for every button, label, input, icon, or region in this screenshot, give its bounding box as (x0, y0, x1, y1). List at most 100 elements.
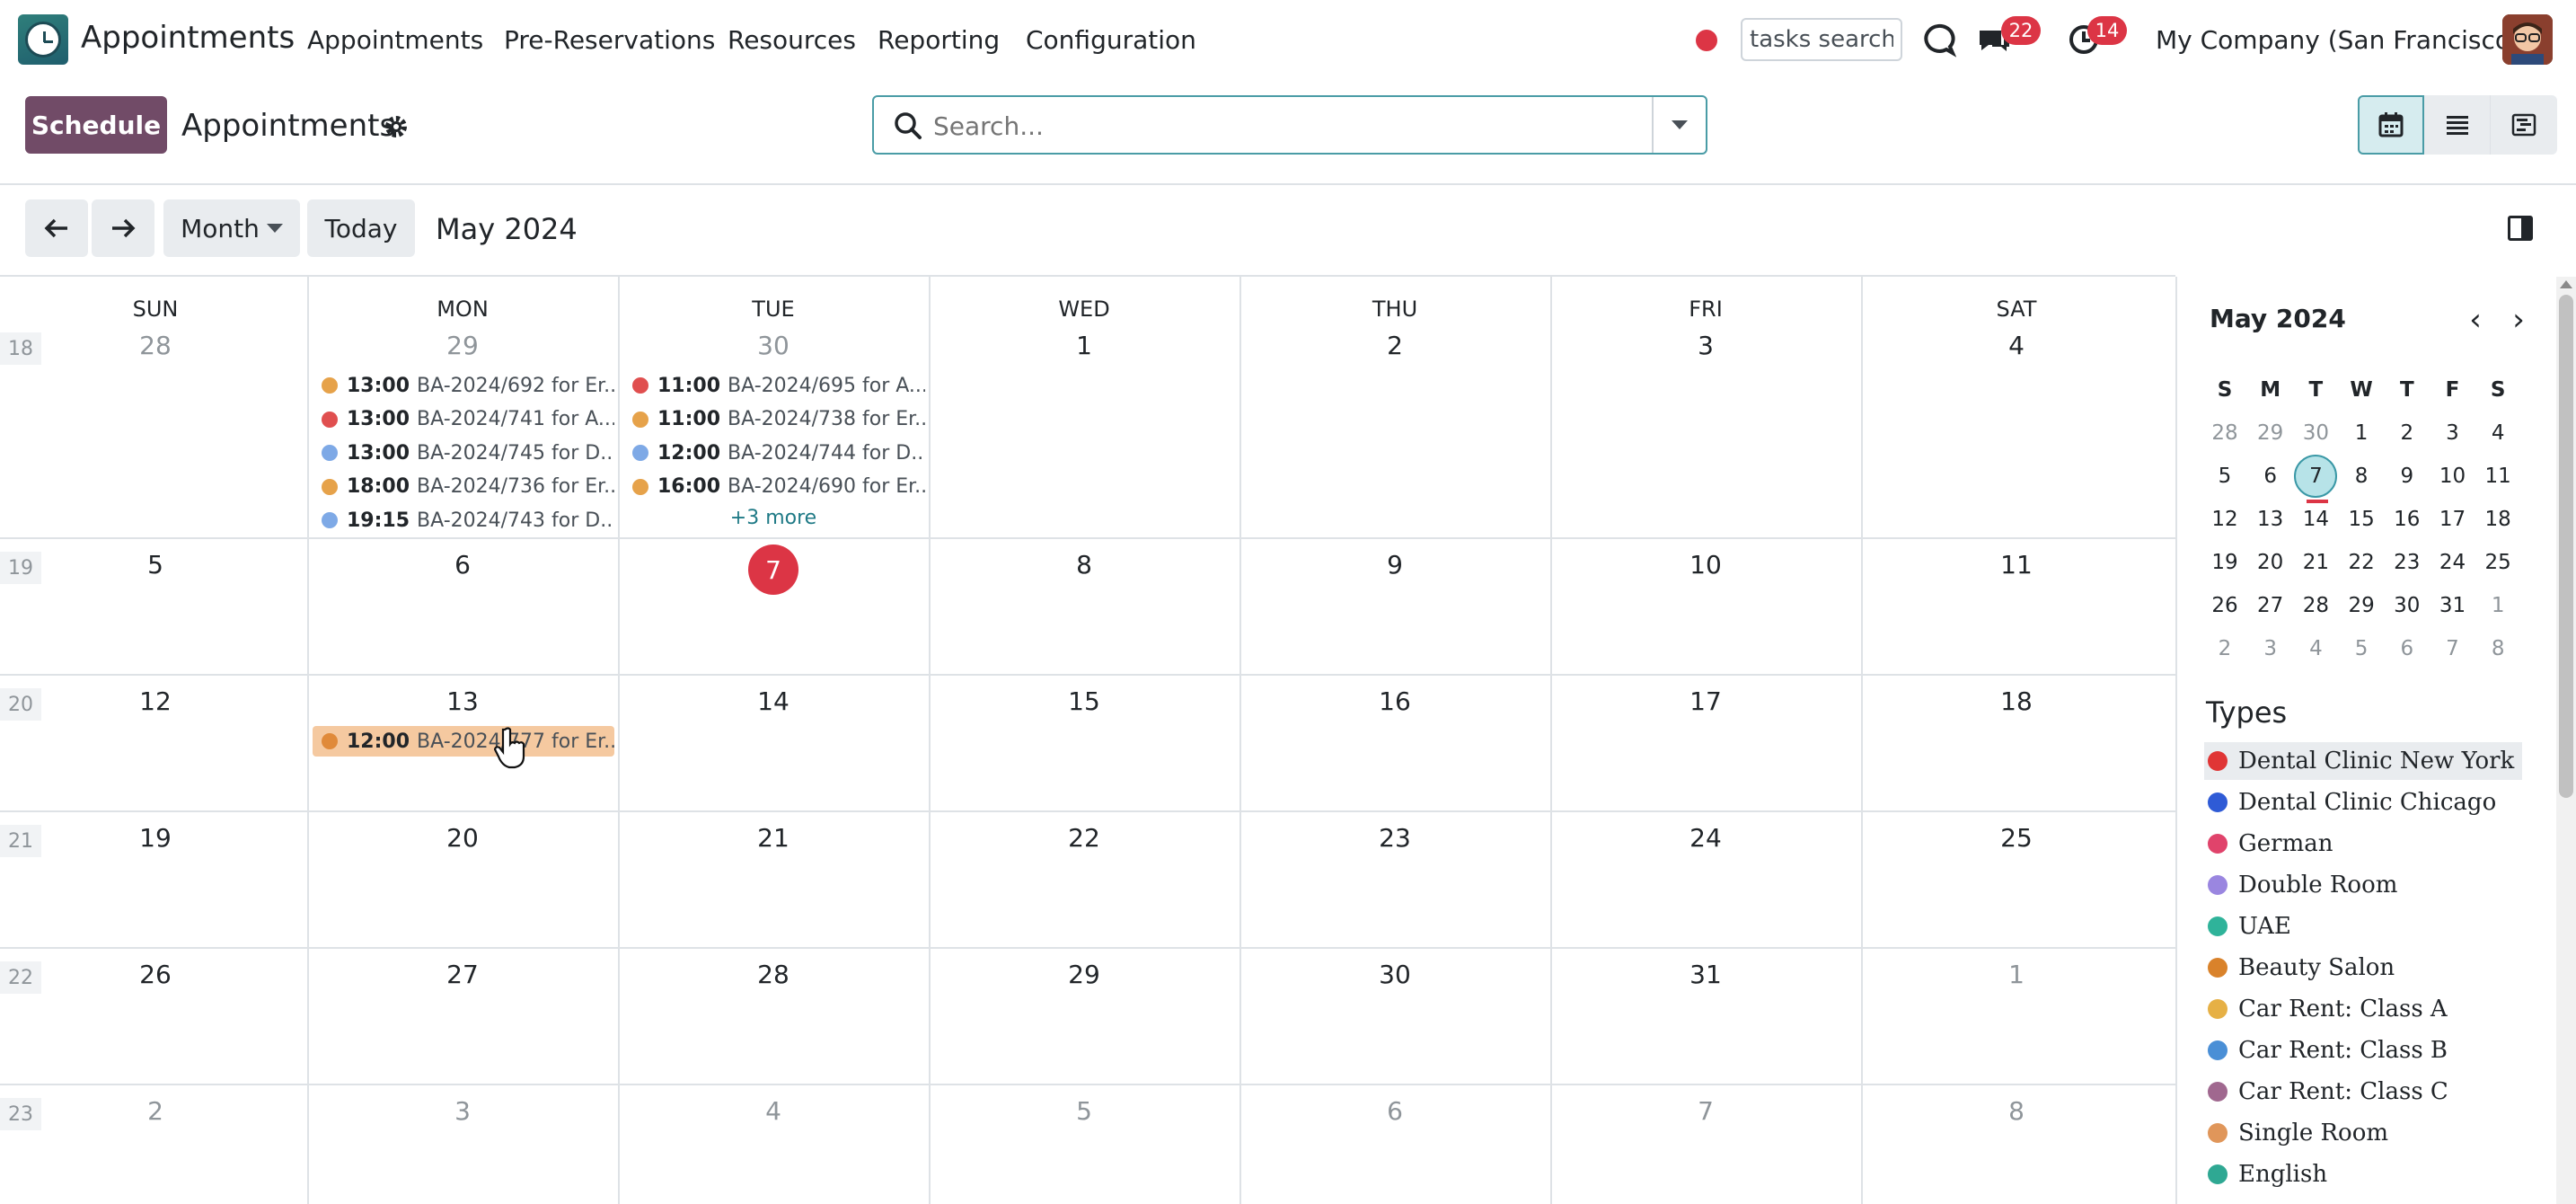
day-number[interactable]: 27 (307, 960, 618, 989)
mini-day[interactable]: 11 (2475, 455, 2520, 498)
day-number[interactable]: 29 (307, 331, 618, 360)
search-options-toggle[interactable] (1652, 97, 1706, 153)
calendar-view-button[interactable] (2358, 95, 2424, 155)
day-number[interactable]: 14 (618, 686, 929, 716)
day-number[interactable]: 28 (618, 960, 929, 989)
type-filter-item[interactable]: Single Room (2204, 1114, 2522, 1152)
previous-button[interactable] (25, 199, 88, 257)
day-number[interactable]: 6 (307, 550, 618, 580)
mini-day[interactable]: 2 (2202, 627, 2247, 670)
mini-day[interactable]: 30 (2293, 412, 2338, 455)
mini-day[interactable]: 12 (2202, 498, 2247, 541)
mini-prev-chevron-icon[interactable]: ‹ (2459, 304, 2492, 336)
mini-day[interactable]: 19 (2202, 541, 2247, 584)
mini-day[interactable]: 4 (2475, 412, 2520, 455)
mini-day[interactable]: 18 (2475, 498, 2520, 541)
mini-day[interactable]: 30 (2385, 584, 2430, 627)
mini-day[interactable]: 21 (2293, 541, 2338, 584)
mini-next-chevron-icon[interactable]: › (2502, 304, 2535, 336)
day-number[interactable]: 18 (1861, 686, 2172, 716)
day-number[interactable]: 30 (1239, 960, 1550, 989)
day-number[interactable]: 13 (307, 686, 618, 716)
day-number[interactable]: 29 (929, 960, 1239, 989)
calendar-event[interactable]: 13:00 BA-2024/741 for A... (313, 404, 614, 435)
day-number[interactable]: 12 (0, 686, 311, 716)
day-number[interactable]: 16 (1239, 686, 1550, 716)
today-button[interactable]: Today (307, 199, 415, 257)
day-number[interactable]: 28 (0, 331, 311, 360)
mini-day[interactable]: 8 (2339, 455, 2384, 498)
day-number[interactable]: 3 (307, 1096, 618, 1126)
mini-day[interactable]: 10 (2430, 455, 2475, 498)
scroll-up-icon[interactable] (2560, 280, 2572, 288)
day-number[interactable]: 2 (0, 1096, 311, 1126)
type-filter-item[interactable]: English (2204, 1155, 2522, 1193)
day-number[interactable]: 24 (1550, 823, 1861, 853)
scrollbar-thumb[interactable] (2559, 295, 2573, 798)
day-number[interactable]: 2 (1239, 331, 1550, 360)
mini-day[interactable]: 29 (2248, 412, 2293, 455)
calendar-event[interactable]: 11:00 BA-2024/738 for Er... (623, 404, 925, 435)
day-number[interactable]: 5 (929, 1096, 1239, 1126)
day-number[interactable]: 9 (1239, 550, 1550, 580)
gantt-view-button[interactable] (2491, 95, 2557, 155)
gear-icon[interactable] (383, 113, 410, 140)
type-filter-item[interactable]: UAE (2204, 907, 2522, 945)
mini-day[interactable]: 26 (2202, 584, 2247, 627)
day-number[interactable]: 10 (1550, 550, 1861, 580)
discuss-icon[interactable] (1920, 22, 1956, 58)
menu-configuration[interactable]: Configuration (1026, 25, 1196, 55)
record-dot-icon[interactable] (1696, 30, 1717, 51)
day-number[interactable]: 26 (0, 960, 311, 989)
mini-day[interactable]: 7 (2293, 455, 2338, 503)
mini-day[interactable]: 28 (2293, 584, 2338, 627)
mini-day[interactable]: 24 (2430, 541, 2475, 584)
company-switcher[interactable]: My Company (San Francisco) (2156, 25, 2520, 55)
more-events-link[interactable]: +3 more (618, 507, 929, 529)
mini-day[interactable]: 2 (2385, 412, 2430, 455)
day-number[interactable]: 31 (1550, 960, 1861, 989)
app-name[interactable]: Appointments (81, 20, 295, 56)
appointment-clock-icon[interactable] (18, 14, 68, 65)
day-number[interactable]: 7 (1550, 1096, 1861, 1126)
type-filter-item[interactable]: German (2204, 825, 2522, 863)
type-filter-item[interactable]: Car Rent: Class B (2204, 1031, 2522, 1069)
calendar-event[interactable]: 12:00 BA-2024/744 for D... (623, 438, 925, 468)
side-panel-toggle-icon[interactable] (2508, 216, 2533, 241)
mini-day[interactable]: 6 (2248, 455, 2293, 498)
mini-day[interactable]: 15 (2339, 498, 2384, 541)
type-filter-item[interactable]: Dental Clinic New York (2204, 742, 2522, 780)
day-number[interactable]: 19 (0, 823, 311, 853)
next-button[interactable] (92, 199, 154, 257)
calendar-event[interactable]: 16:00 BA-2024/690 for Er... (623, 472, 925, 502)
mini-day[interactable]: 7 (2430, 627, 2475, 670)
day-number[interactable]: 17 (1550, 686, 1861, 716)
mini-day[interactable]: 1 (2475, 584, 2520, 627)
day-number[interactable]: 8 (1861, 1096, 2172, 1126)
mini-day[interactable]: 31 (2430, 584, 2475, 627)
mini-day[interactable]: 22 (2339, 541, 2384, 584)
menu-pre-reservations[interactable]: Pre-Reservations (504, 25, 715, 55)
mini-day[interactable]: 20 (2248, 541, 2293, 584)
mini-day[interactable]: 6 (2385, 627, 2430, 670)
day-number[interactable]: 3 (1550, 331, 1861, 360)
calendar-event[interactable]: 12:00BA-2024/777 for Er... (313, 726, 614, 757)
today-marker[interactable]: 7 (748, 544, 798, 595)
day-number[interactable]: 4 (1861, 331, 2172, 360)
search-input[interactable] (933, 108, 1616, 144)
day-number[interactable]: 11 (1861, 550, 2172, 580)
type-filter-item[interactable]: Dental Clinic Chicago (2204, 783, 2522, 821)
calendar-event[interactable]: 13:00 BA-2024/692 for Er... (313, 370, 614, 401)
day-number[interactable]: 8 (929, 550, 1239, 580)
day-number[interactable]: 6 (1239, 1096, 1550, 1126)
mini-day[interactable]: 5 (2339, 627, 2384, 670)
day-number[interactable]: 1 (1861, 960, 2172, 989)
mini-day[interactable]: 25 (2475, 541, 2520, 584)
mini-day[interactable]: 9 (2385, 455, 2430, 498)
type-filter-item[interactable]: Beauty Salon (2204, 949, 2522, 987)
mini-day[interactable]: 29 (2339, 584, 2384, 627)
mini-day[interactable]: 1 (2339, 412, 2384, 455)
mini-day[interactable]: 28 (2202, 412, 2247, 455)
side-panel-scrollbar[interactable] (2556, 277, 2576, 1204)
type-filter-item[interactable]: Double Room (2204, 866, 2522, 904)
